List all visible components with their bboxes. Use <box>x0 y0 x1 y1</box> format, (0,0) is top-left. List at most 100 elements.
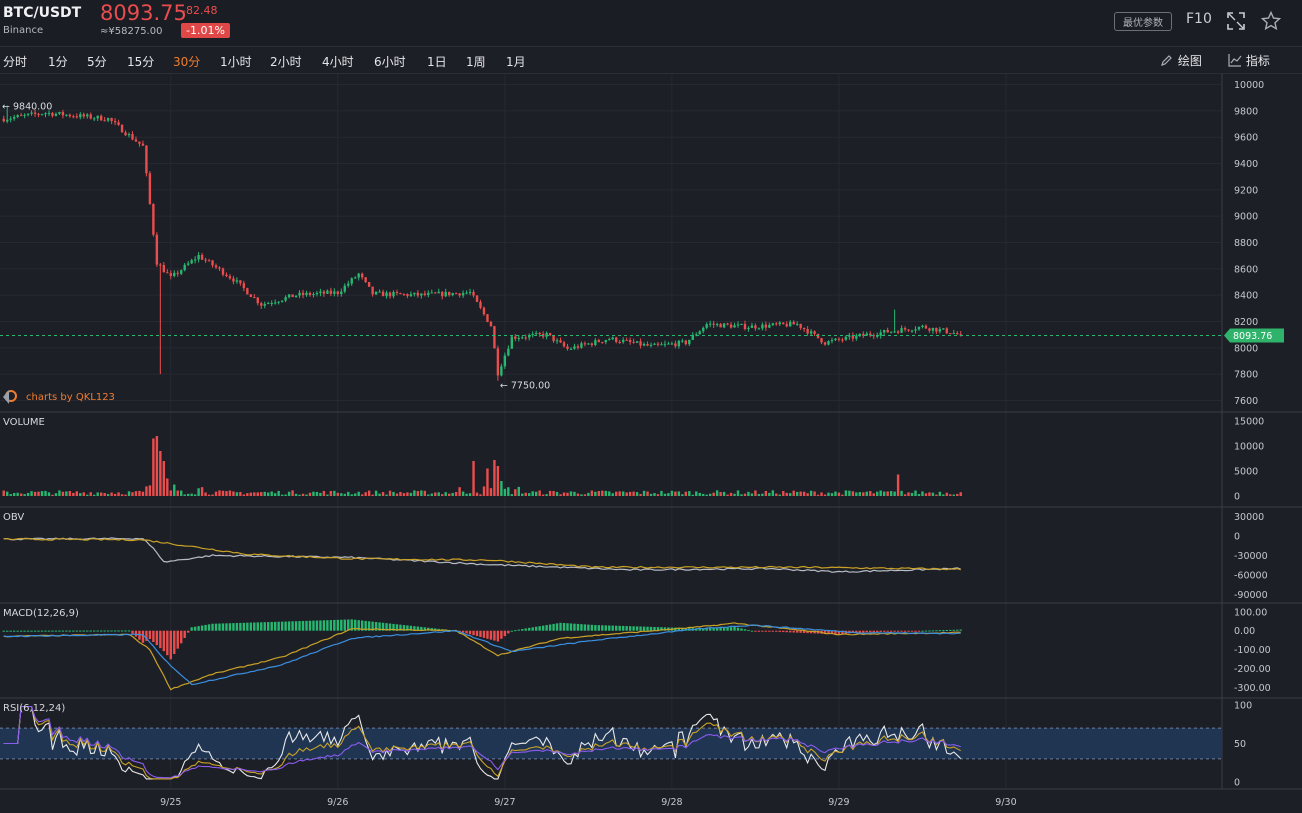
candle-body <box>698 331 701 335</box>
best-params-button[interactable]: 最优参数 <box>1114 12 1172 31</box>
volume-bar <box>604 490 607 496</box>
volume-bar <box>284 494 287 496</box>
macd-histogram-bar <box>68 630 72 632</box>
volume-bar <box>660 490 663 496</box>
volume-bar <box>761 493 764 496</box>
candle-body <box>441 291 444 297</box>
macd-histogram-bar <box>6 630 9 632</box>
volume-bar <box>180 490 183 496</box>
volume-bar <box>486 468 489 496</box>
volume-bar <box>152 438 155 496</box>
candle-body <box>454 293 458 295</box>
timeframe-tab[interactable]: 6小时 <box>374 53 406 70</box>
volume-bar <box>211 494 214 496</box>
timeframe-tab[interactable]: 1月 <box>506 53 526 70</box>
volume-bar <box>260 492 263 496</box>
candle-body <box>562 342 566 347</box>
fullscreen-icon[interactable] <box>1225 10 1247 32</box>
macd-histogram-bar <box>938 630 942 632</box>
macd-histogram-bar <box>583 624 587 631</box>
volume-bar <box>869 491 872 496</box>
volume-bar <box>249 492 253 496</box>
volume-bar <box>336 492 340 496</box>
macd-histogram-bar <box>510 630 514 632</box>
macd-histogram-bar <box>61 630 65 632</box>
timeframe-tab[interactable]: 15分 <box>127 53 154 70</box>
volume-bar <box>381 492 385 496</box>
macd-histogram-bar <box>472 630 475 636</box>
candle-body <box>207 260 211 262</box>
timeframe-tab[interactable]: 1日 <box>427 53 447 70</box>
candle-body <box>406 294 409 297</box>
macd-histogram-bar <box>521 629 524 631</box>
f10-button[interactable]: F10 <box>1186 11 1212 27</box>
timeframe-tab[interactable]: 4小时 <box>322 53 354 70</box>
macd-histogram-bar <box>16 630 19 632</box>
draw-button[interactable]: 绘图 <box>1160 52 1202 69</box>
volume-bar <box>959 492 962 496</box>
volume-bar <box>96 492 99 496</box>
timeframe-tab[interactable]: 分时 <box>3 53 27 70</box>
chart-area[interactable]: 8093.76 ← 9840.00 ← 7750.00 charts by QKL1… <box>0 74 1302 813</box>
timeframe-tab[interactable]: 1小时 <box>220 53 252 70</box>
candle-body <box>263 303 266 306</box>
candle-body <box>653 343 656 345</box>
volume-bar <box>61 491 65 496</box>
macd-histogram-bar <box>942 630 945 632</box>
macd-histogram-bar <box>267 622 270 631</box>
candle-body <box>715 323 719 325</box>
macd-histogram-bar <box>869 630 872 633</box>
macd-histogram-bar <box>528 627 531 631</box>
candle-body <box>552 335 555 342</box>
volume-bar <box>322 490 326 496</box>
timeframe-tab[interactable]: 1分 <box>48 53 68 70</box>
candle-body <box>44 113 47 115</box>
candle-body <box>214 265 218 268</box>
volume-bar <box>632 491 635 496</box>
volume-bar <box>729 492 733 496</box>
macd-histogram-bar <box>754 630 757 632</box>
date-tick: 9/27 <box>494 797 515 808</box>
candle-body <box>493 326 496 349</box>
volume-bar <box>409 492 413 496</box>
candle-body <box>503 355 507 367</box>
macd-histogram-bar <box>82 630 85 632</box>
macd-histogram-bar <box>9 630 12 632</box>
macd-histogram-bar <box>246 622 249 631</box>
macd-histogram-bar <box>242 622 246 631</box>
volume-bar <box>726 494 729 496</box>
candle-body <box>736 324 740 326</box>
timeframe-tab-active[interactable]: 30分 <box>173 53 200 70</box>
volume-bar <box>458 487 461 496</box>
candle-body <box>329 290 333 294</box>
volume-bar <box>562 492 566 496</box>
candle-body <box>722 323 726 328</box>
candle-body <box>907 329 910 331</box>
macd-histogram-bar <box>545 625 548 631</box>
macd-histogram-bar <box>632 626 635 631</box>
pair-name[interactable]: BTC/USDT <box>3 5 81 21</box>
candle-body <box>604 340 607 343</box>
timeframe-tab[interactable]: 5分 <box>87 53 107 70</box>
macd-histogram-bar <box>54 630 58 632</box>
candle-body <box>47 112 51 114</box>
indicator-button[interactable]: 指标 <box>1228 52 1270 69</box>
volume-tick: 10000 <box>1234 442 1264 453</box>
volume-bar <box>702 493 705 496</box>
candle-body <box>628 339 632 342</box>
macd-histogram-bar <box>19 630 23 632</box>
timeframe-tab[interactable]: 1周 <box>466 53 486 70</box>
volume-bar <box>785 492 788 496</box>
candle-body <box>827 341 830 345</box>
macd-histogram-bar <box>218 623 221 631</box>
macd-histogram-bar <box>333 619 336 631</box>
volume-bar <box>931 492 935 496</box>
macd-histogram-bar <box>903 630 907 632</box>
timeframe-tab[interactable]: 2小时 <box>270 53 302 70</box>
macd-histogram-bar <box>566 623 569 631</box>
star-icon[interactable] <box>1260 10 1282 32</box>
volume-bar <box>528 493 531 496</box>
volume-bar <box>308 492 312 496</box>
volume-bar <box>820 492 823 496</box>
volume-bar <box>789 493 792 496</box>
